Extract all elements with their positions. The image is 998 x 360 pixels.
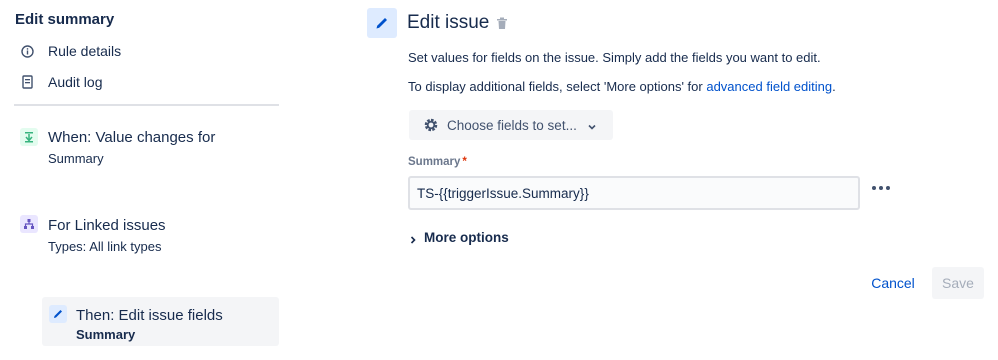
- more-options-toggle[interactable]: More options: [408, 230, 509, 245]
- save-button[interactable]: Save: [932, 267, 984, 299]
- more-options-label: More options: [424, 230, 509, 245]
- sidebar: Edit summary Rule details Audit log When…: [0, 0, 290, 360]
- step-subtitle: Summary: [76, 327, 136, 342]
- summary-field-label: Summary *: [408, 156, 467, 168]
- step-title: For Linked issues: [48, 217, 166, 234]
- description-prefix: To display additional fields, select 'Mo…: [408, 79, 707, 94]
- field-label-text: Summary: [408, 156, 461, 168]
- sidebar-title: Edit summary: [15, 11, 115, 28]
- branch-icon: [20, 215, 38, 233]
- description-suffix: .: [832, 79, 836, 94]
- sidebar-item-audit-log[interactable]: Audit log: [20, 74, 102, 90]
- main-panel: Edit issue Set values for fields on the …: [365, 0, 998, 360]
- chevron-down-icon: [587, 120, 597, 130]
- sidebar-item-label: Audit log: [48, 74, 103, 90]
- advanced-field-editing-link[interactable]: advanced field editing: [706, 79, 832, 94]
- pencil-icon: [49, 305, 67, 323]
- description-text-advanced: To display additional fields, select 'Mo…: [408, 79, 836, 94]
- step-action-active[interactable]: Then: Edit issue fields Summary: [42, 297, 279, 346]
- required-marker: *: [462, 156, 467, 168]
- step-title: When: Value changes for: [48, 129, 216, 146]
- trash-icon[interactable]: [496, 17, 508, 30]
- page-title: Edit issue: [407, 12, 490, 33]
- chevron-right-icon: [408, 233, 418, 244]
- sidebar-divider: [14, 104, 279, 106]
- sidebar-item-rule-details[interactable]: Rule details: [20, 43, 121, 59]
- description-text: Set values for fields on the issue. Simp…: [408, 50, 821, 65]
- gear-icon: [423, 117, 439, 133]
- more-actions-icon[interactable]: [872, 186, 890, 190]
- trigger-icon: [20, 128, 38, 146]
- step-title: Then: Edit issue fields: [76, 307, 223, 324]
- step-subtitle: Summary: [48, 151, 104, 166]
- sidebar-item-label: Rule details: [48, 43, 122, 59]
- step-subtitle: Types: All link types: [48, 239, 162, 254]
- document-icon: [20, 75, 34, 89]
- summary-input[interactable]: TS-{{triggerIssue.Summary}}: [408, 176, 860, 210]
- step-branch[interactable]: For Linked issues Types: All link types: [14, 208, 279, 258]
- choose-fields-label: Choose fields to set...: [447, 117, 577, 133]
- choose-fields-button[interactable]: Choose fields to set...: [409, 110, 613, 140]
- pencil-icon: [367, 8, 397, 38]
- cancel-button[interactable]: Cancel: [863, 267, 923, 299]
- info-icon: [20, 44, 34, 58]
- step-trigger[interactable]: When: Value changes for Summary: [14, 120, 279, 170]
